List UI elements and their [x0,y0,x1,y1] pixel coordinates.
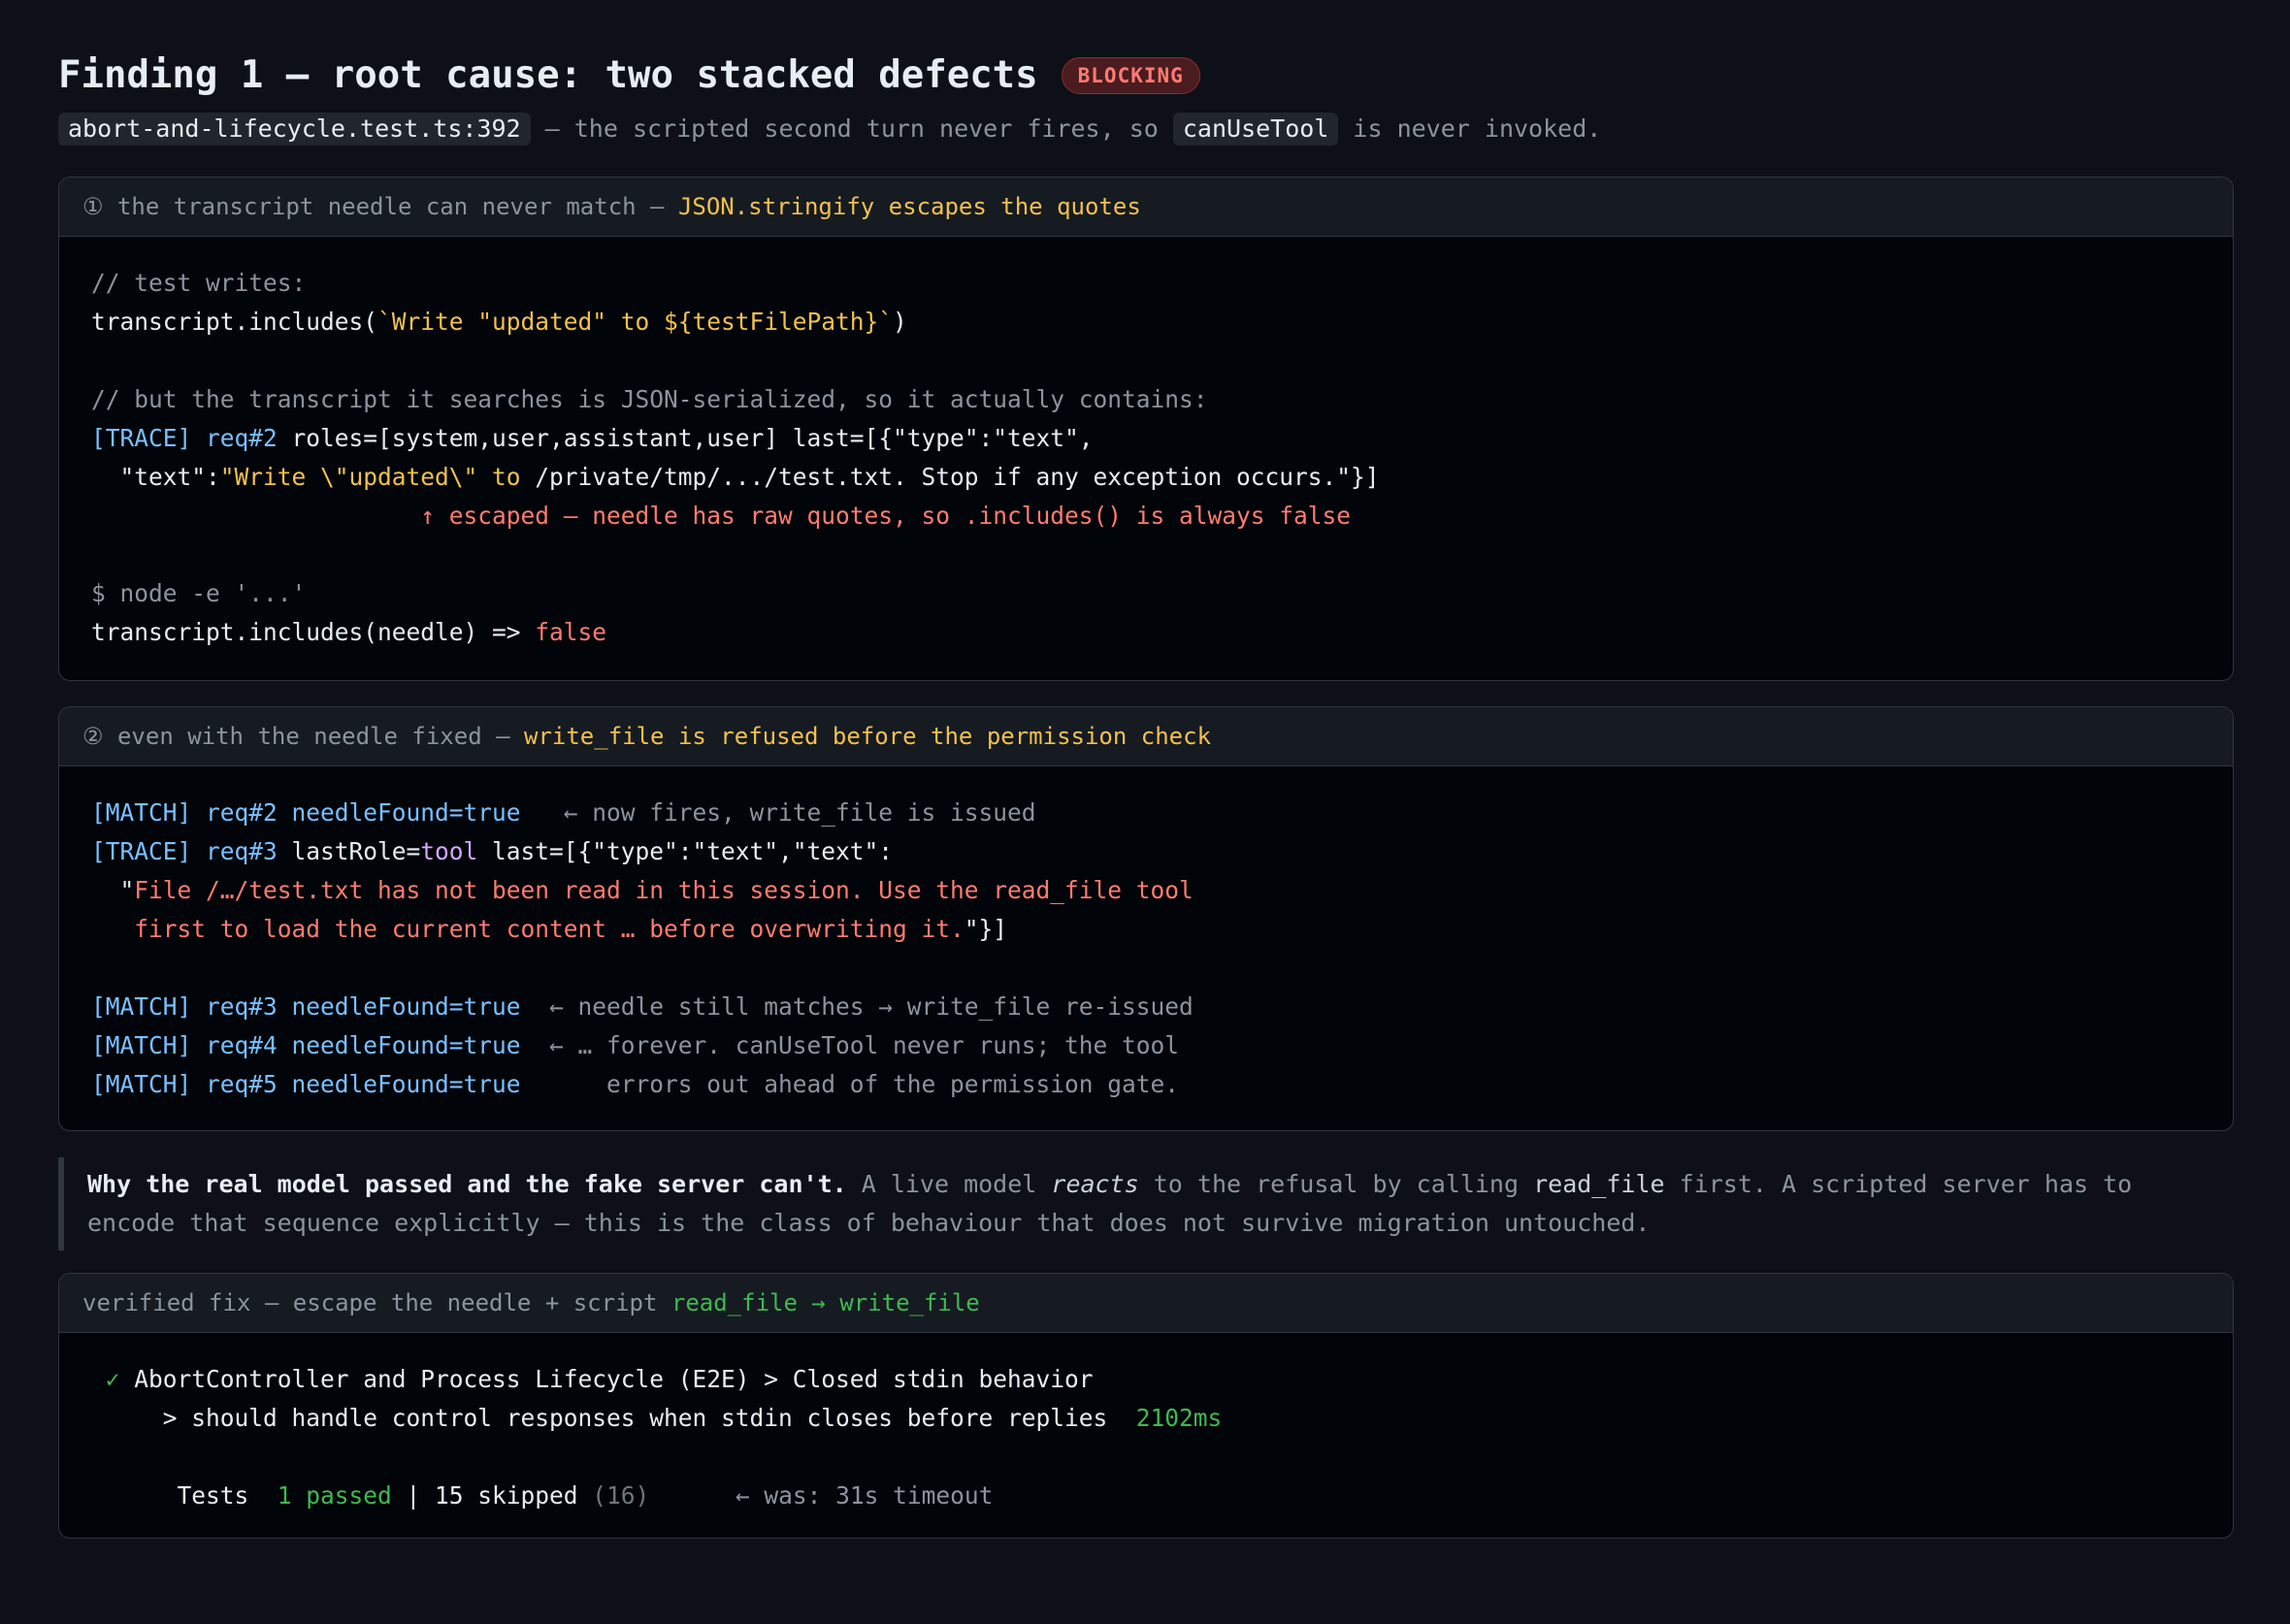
panel-header-highlight: JSON.stringify escapes the quotes [677,193,1141,220]
panel-header-highlight: read_file → write_file [671,1289,980,1316]
total-count: (16) [592,1481,650,1510]
code-token: `Write "updated" to ${testFilePath}` [377,308,894,336]
panel-header: ① the transcript needle can never match … [59,178,2233,237]
code-block: // test writes: transcript.includes(`Wri… [59,237,2233,652]
panel-header-highlight: write_file is refused before the permiss… [524,723,1212,750]
code-line: "text":"Write \"updated\" to /private/tm… [91,458,2233,497]
code-comment: ← … forever. canUseTool never runs; the … [520,1031,1180,1059]
code-line: [MATCH] req#5 needleFound=true errors ou… [91,1065,2233,1104]
panel-needle-mismatch: ① the transcript needle can never match … [58,177,2234,681]
trace-tag: [TRACE] req#2 [91,424,278,452]
subtitle-end: is never invoked. [1338,114,1602,143]
code-token: transcript.includes( [91,308,378,336]
note-emphasis: reacts [1051,1170,1139,1198]
file-ref-chip: abort-and-lifecycle.test.ts:392 [58,113,531,146]
code-token: transcript.includes(needle) => [91,618,536,646]
code-line: transcript.includes(`Write "updated" to … [91,303,2233,341]
panel-header-prefix: ① the transcript needle can never match … [82,193,678,220]
skipped-count: | 15 skipped [391,1481,593,1510]
code-line: transcript.includes(needle) => false [91,613,2233,652]
code-comment: errors out ahead of the permission gate. [520,1070,1180,1098]
explanation-note: Why the real model passed and the fake s… [58,1157,2222,1250]
trace-tag: [TRACE] req#3 [91,837,278,865]
code-line: [TRACE] req#2 roles=[system,user,assista… [91,419,2233,458]
test-duration: 2102ms [1135,1404,1223,1432]
test-line: ✓ AbortController and Process Lifecycle … [91,1360,2233,1399]
note-bold: Why the real model passed and the fake s… [87,1170,847,1198]
match-tag: [MATCH] req#4 needleFound=true [91,1031,521,1059]
subtitle-mid: — the scripted second turn never fires, … [530,114,1173,143]
panel-header-prefix: verified fix — escape the needle + scrip… [82,1289,671,1316]
blocking-badge: BLOCKING [1061,57,1200,94]
test-line: > should handle control responses when s… [91,1399,2233,1438]
code-line: $ node -e '...' [91,579,307,607]
error-text: first to load the current content … befo… [91,915,965,943]
test-output: ✓ AbortController and Process Lifecycle … [59,1333,2233,1515]
false-result: false [535,618,607,646]
panel-header-prefix: ② even with the needle fixed — [82,723,524,750]
test-suite: AbortController and Process Lifecycle (E… [119,1365,1094,1393]
note-code: read_file [1533,1170,1665,1198]
test-name: > should handle control responses when s… [91,1404,1136,1432]
code-token: " [91,876,135,904]
title-text: Finding 1 — root cause: two stacked defe… [58,53,1038,97]
code-block: [MATCH] req#2 needleFound=true ← now fir… [59,766,2233,1104]
code-token: "Write \"updated\" to [219,463,521,491]
code-line: [MATCH] req#3 needleFound=true ← needle … [91,988,2233,1026]
code-line: [MATCH] req#2 needleFound=true ← now fir… [91,794,2233,832]
code-comment: ← needle still matches → write_file re-i… [520,992,1194,1021]
match-tag: [MATCH] req#3 needleFound=true [91,992,521,1021]
test-summary: Tests 1 passed | 15 skipped (16) ← was: … [91,1477,2233,1515]
summary-label: Tests [91,1481,278,1510]
code-line: // test writes: [91,269,307,297]
can-use-tool-chip: canUseTool [1172,113,1339,146]
code-token: "text": [91,463,220,491]
code-comment: ← now fires, write_file is issued [520,798,1036,827]
code-token: lastRole= [277,837,421,865]
code-line: // but the transcript it searches is JSO… [91,385,1208,413]
match-tag: [MATCH] req#2 needleFound=true [91,798,521,827]
error-text: File /…/test.txt has not been read in th… [134,876,1194,904]
code-token: ) [893,308,907,336]
note-text: A live model [846,1170,1052,1198]
page-title: Finding 1 — root cause: two stacked defe… [58,52,2232,99]
code-line: first to load the current content … befo… [91,910,2233,949]
match-tag: [MATCH] req#5 needleFound=true [91,1070,521,1098]
note-text: to the refusal by calling [1138,1170,1534,1198]
check-icon: ✓ [91,1365,120,1393]
code-token: last=[{"type":"text","text": [477,837,894,865]
panel-verified-fix: verified fix — escape the needle + scrip… [58,1273,2234,1539]
subtitle: abort-and-lifecycle.test.ts:392 — the sc… [58,113,2232,146]
code-token: roles=[system,user,assistant,user] last=… [277,424,1094,452]
code-line: [TRACE] req#3 lastRole=tool last=[{"type… [91,832,2233,871]
passed-count: 1 passed [277,1481,392,1510]
previous-timeout: ← was: 31s timeout [649,1481,994,1510]
panel-write-file-refused: ② even with the needle fixed — write_fil… [58,706,2234,1131]
panel-header: ② even with the needle fixed — write_fil… [59,707,2233,766]
code-token: "}] [964,915,1008,943]
panel-header: verified fix — escape the needle + scrip… [59,1274,2233,1333]
code-line: ↑ escaped — needle has raw quotes, so .i… [91,502,1352,530]
code-line: [MATCH] req#4 needleFound=true ← … forev… [91,1026,2233,1065]
code-line: "File /…/test.txt has not been read in t… [91,871,2233,910]
code-token: tool [420,837,478,865]
code-token: /private/tmp/.../test.txt. Stop if any e… [520,463,1380,491]
finding-page: Finding 1 — root cause: two stacked defe… [0,0,2290,1624]
